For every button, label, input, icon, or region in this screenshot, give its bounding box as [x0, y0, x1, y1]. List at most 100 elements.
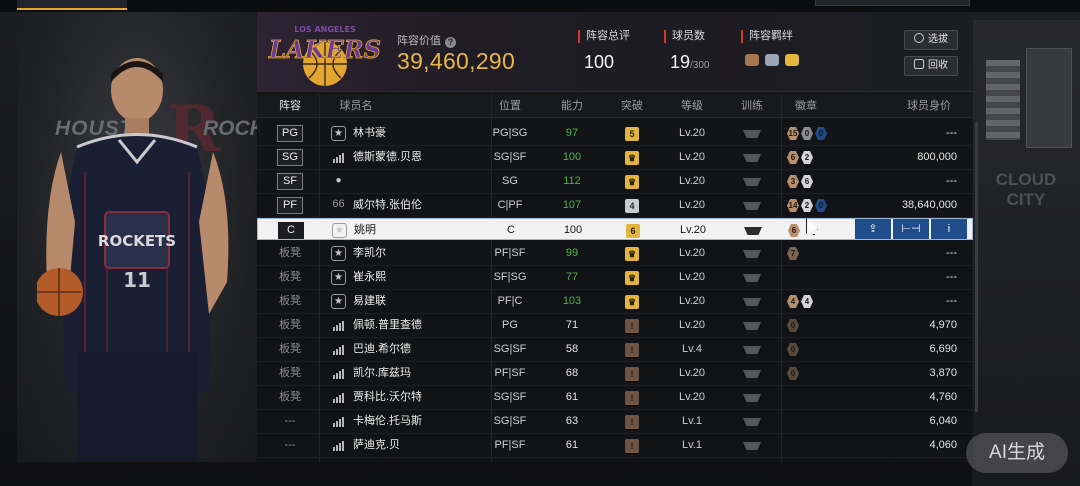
player-name[interactable]: 贾科比.沃尔特 [353, 386, 422, 409]
col-ability[interactable]: 能力 [553, 94, 591, 118]
top-tab[interactable] [510, 0, 620, 10]
player-name[interactable]: 德斯蒙德.贝恩 [353, 146, 422, 169]
player-name[interactable]: 佩顿.普里查德 [353, 314, 422, 337]
training-icon[interactable] [743, 370, 761, 378]
player-name[interactable]: 崔永熙 [353, 266, 386, 289]
table-row[interactable]: 板凳 ★ 崔永熙 SF|SG 77 ♛ Lv.20 --- [257, 266, 973, 290]
breakthrough-badge[interactable]: ! [625, 439, 639, 453]
col-lineup[interactable]: 阵容 [271, 94, 309, 118]
help-icon[interactable]: ? [445, 37, 456, 48]
breakthrough-badge[interactable]: 6 [626, 224, 640, 238]
player-ability: 97 [565, 127, 579, 139]
badge-chip: 0 [787, 367, 799, 380]
breakthrough-badge[interactable]: ! [625, 367, 639, 381]
player-ability: 68 [565, 367, 579, 379]
badge-chips[interactable]: 0 [787, 319, 799, 332]
col-training[interactable]: 训练 [733, 94, 771, 118]
breakthrough-badge[interactable]: ! [625, 319, 639, 333]
pick-button[interactable]: 选拔 [904, 30, 958, 50]
scrollbar[interactable] [975, 122, 978, 412]
player-count: 19 [670, 52, 691, 72]
training-icon[interactable] [743, 442, 761, 450]
training-icon[interactable] [743, 154, 761, 162]
train-action-icon[interactable]: ⊢⊣ [893, 219, 929, 239]
breakthrough-badge[interactable]: ! [625, 343, 639, 357]
table-row[interactable]: PG ★ 林书豪 PG|SG 97 5 Lv.20 15 0 0 --- [257, 122, 973, 146]
table-row-selected[interactable]: C ★ 姚明 C 100 6 Lv.20 6 ⇪ ⊢⊣ i [257, 217, 973, 242]
fetter-gold-icon[interactable] [785, 54, 799, 66]
badge-chips[interactable]: 44 [787, 295, 813, 308]
badge-chips[interactable]: 62 [787, 151, 813, 164]
fetter-silver-icon[interactable] [765, 54, 779, 66]
badge-chips[interactable]: 6 [788, 224, 800, 237]
training-icon[interactable] [744, 227, 762, 235]
player-name[interactable]: 林书豪 [353, 122, 386, 145]
table-row[interactable]: SF ● SG 112 ♛ Lv.20 3 6 --- [257, 170, 973, 194]
breakthrough-badge[interactable]: 5 [625, 127, 639, 141]
badge-chips[interactable]: 15 0 0 [787, 127, 827, 140]
player-name[interactable]: 威尔特.张伯伦 [353, 194, 422, 217]
table-row[interactable]: 板凳 贾科比.沃尔特 SG|SF 61! Lv.20 4,760 [257, 386, 973, 410]
player-name[interactable]: 姚明 [354, 219, 376, 242]
recycle-icon [914, 59, 924, 69]
top-tab-active[interactable] [17, 0, 127, 10]
training-icon[interactable] [743, 274, 761, 282]
breakthrough-badge[interactable]: ♛ [625, 295, 639, 309]
player-name[interactable]: 李凯尔 [353, 242, 386, 265]
breakthrough-badge[interactable]: ♛ [625, 247, 639, 261]
col-breakthrough[interactable]: 突破 [613, 94, 651, 118]
training-icon[interactable] [743, 346, 761, 354]
fetter-icons[interactable] [741, 54, 811, 66]
col-badge[interactable]: 徽章 [787, 94, 825, 118]
lineup-slot: --- [284, 439, 296, 451]
training-icon[interactable] [743, 394, 761, 402]
table-row[interactable]: 板凳 ★ 易建联 PF|C 103 ♛ Lv.20 4 4 --- [257, 290, 973, 314]
col-price[interactable]: 球员身价 [897, 94, 961, 118]
badge-chips[interactable]: 0 [787, 343, 799, 356]
featured-player-panel: R HOUSTO ROCK ROCKETS 11 [17, 12, 265, 462]
recycle-button[interactable]: 回收 [904, 56, 958, 76]
training-icon[interactable] [743, 418, 761, 426]
player-name[interactable]: 凯尔.库兹玛 [353, 362, 411, 385]
player-name[interactable]: 易建联 [353, 290, 386, 313]
training-icon[interactable] [743, 202, 761, 210]
col-position[interactable]: 位置 [491, 94, 529, 118]
training-icon[interactable] [743, 178, 761, 186]
breakthrough-badge[interactable]: 4 [625, 199, 639, 213]
breakthrough-badge[interactable]: ♛ [625, 271, 639, 285]
player-position: SG|SF [493, 391, 527, 403]
top-tab[interactable] [150, 0, 260, 10]
table-row[interactable]: 板凳 巴迪.希尔德 SG|SF 58! Lv.4 0 6,690 [257, 338, 973, 362]
badge-chips[interactable]: 14 2 0 [787, 199, 827, 212]
breakthrough-badge[interactable]: ! [625, 391, 639, 405]
info-action-icon[interactable]: i [931, 219, 967, 239]
signal-bars-icon [333, 321, 344, 331]
breakthrough-badge[interactable]: ♛ [625, 175, 639, 189]
player-name[interactable]: 巴迪.希尔德 [353, 338, 411, 361]
table-row[interactable]: 板凳 凯尔.库兹玛 PF|SF 68! Lv.20 0 3,870 [257, 362, 973, 386]
player-name[interactable]: 卡梅伦.托马斯 [353, 410, 422, 433]
table-row[interactable]: --- 卡梅伦.托马斯 SG|SF 63! Lv.1 6,040 [257, 410, 973, 434]
fetter-bronze-icon[interactable] [745, 54, 759, 66]
col-level[interactable]: 等级 [673, 94, 711, 118]
training-icon[interactable] [743, 130, 761, 138]
breakthrough-badge[interactable]: ♛ [625, 151, 639, 165]
table-row[interactable]: 板凳 佩顿.普里查德 PG 71! Lv.20 0 4,970 [257, 314, 973, 338]
badge-chips[interactable]: 36 [787, 175, 813, 188]
training-icon[interactable] [743, 322, 761, 330]
upgrade-action-icon[interactable]: ⇪ [855, 219, 891, 239]
player-name[interactable]: 萨迪克.贝 [353, 434, 400, 457]
player-ability: 99 [565, 247, 579, 259]
training-icon[interactable] [743, 250, 761, 258]
col-name[interactable]: 球员名 [331, 94, 381, 118]
top-tab[interactable] [390, 0, 500, 10]
top-tab[interactable] [270, 0, 380, 10]
table-row[interactable]: 板凳 ★ 李凯尔 PF|SF 99 ♛ Lv.20 7 --- [257, 242, 973, 266]
table-row[interactable]: SG 德斯蒙德.贝恩 SG|SF 100 ♛ Lv.20 6 2 800,000 [257, 146, 973, 170]
badge-chips[interactable]: 0 [787, 367, 799, 380]
breakthrough-badge[interactable]: ! [625, 415, 639, 429]
badge-chips[interactable]: 7 [787, 247, 799, 260]
training-icon[interactable] [743, 298, 761, 306]
table-row[interactable]: --- 萨迪克.贝 PF|SF 61! Lv.1 4,060 [257, 434, 973, 458]
table-row[interactable]: PF 66 威尔特.张伯伦 C|PF 107 4 Lv.20 14 2 0 38,640,000 [257, 194, 973, 218]
